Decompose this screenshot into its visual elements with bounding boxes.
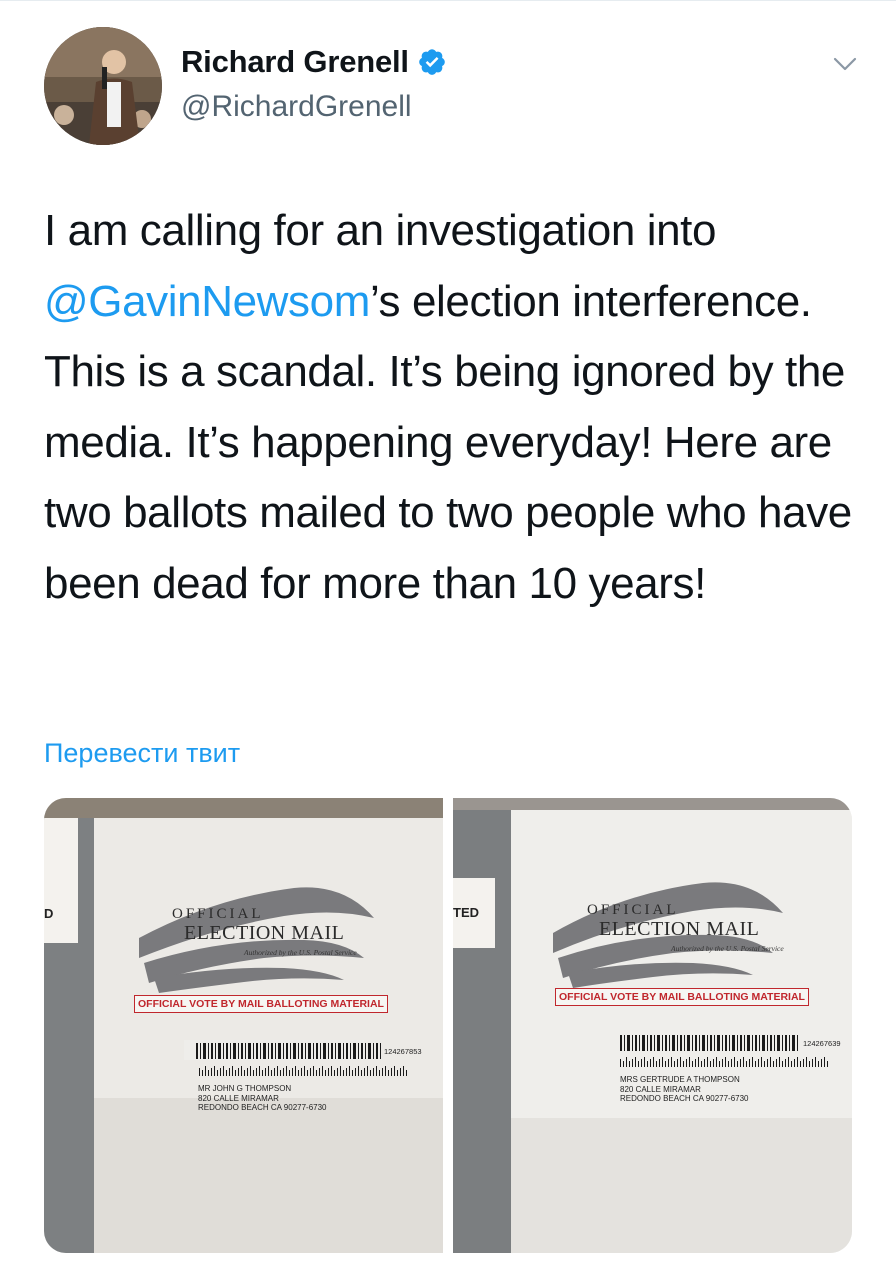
tweet-text-rest: ’s election interference. This is a scan… <box>44 276 852 608</box>
address-line-1: MRS GERTRUDE A THOMPSON <box>620 1075 740 1084</box>
verified-badge-icon <box>417 47 447 77</box>
envelope-graphic <box>44 798 443 1253</box>
barcode-number: 124267853 <box>384 1047 422 1056</box>
translate-tweet-link[interactable]: Перевести твит <box>44 738 240 769</box>
avatar-photo <box>44 27 162 145</box>
author-avatar[interactable] <box>44 27 162 145</box>
ballot-photo-1[interactable]: D OFFICIAL ELECTION MAIL Authorized by t… <box>44 798 443 1253</box>
stamp-authorized: Authorized by the U.S. Postal Service <box>671 944 784 953</box>
tweet-text: I am calling for an investigation into @… <box>44 196 864 619</box>
address-line-2: 820 CALLE MIRAMAR <box>620 1084 701 1094</box>
author-handle[interactable]: @RichardGrenell <box>181 90 412 124</box>
stamp-election-mail: ELECTION MAIL <box>599 918 760 940</box>
address-line-3: REDONDO BEACH CA 90277-6730 <box>620 1094 749 1104</box>
address-line-2: 820 CALLE MIRAMAR <box>198 1093 279 1103</box>
stamp-authorized: Authorized by the U.S. Postal Service <box>244 948 357 957</box>
stamp-election-mail: ELECTION MAIL <box>184 922 345 944</box>
author-name-row: Richard Grenell <box>181 44 447 80</box>
top-divider <box>0 0 896 1</box>
tweet-text-lead: I am calling for an investigation into <box>44 206 717 255</box>
envelope-edge-tag: TED <box>453 905 479 920</box>
address-line-1: MR JOHN G THOMPSON <box>198 1084 292 1093</box>
ballot-photo-2[interactable]: TED OFFICIAL ELECTION MAIL Authorized by… <box>453 798 852 1253</box>
envelope-graphic <box>453 798 852 1253</box>
stamp-official: OFFICIAL <box>172 906 264 922</box>
address-block: MR JOHN G THOMPSON 820 CALLE MIRAMAR RED… <box>198 1084 327 1113</box>
vote-by-mail-label: OFFICIAL VOTE BY MAIL BALLOTING MATERIAL <box>555 988 809 1006</box>
envelope-edge-tag: D <box>44 906 54 921</box>
mention-link[interactable]: @GavinNewsom <box>44 277 370 326</box>
stamp-official: OFFICIAL <box>587 902 679 918</box>
vote-by-mail-label: OFFICIAL VOTE BY MAIL BALLOTING MATERIAL <box>134 995 388 1013</box>
media-grid: D OFFICIAL ELECTION MAIL Authorized by t… <box>44 798 852 1253</box>
address-block: MRS GERTRUDE A THOMPSON 820 CALLE MIRAMA… <box>620 1075 749 1104</box>
address-line-3: REDONDO BEACH CA 90277-6730 <box>198 1103 327 1113</box>
chevron-down-icon[interactable] <box>830 52 860 76</box>
barcode-number: 124267639 <box>803 1039 841 1048</box>
author-name[interactable]: Richard Grenell <box>181 44 409 80</box>
